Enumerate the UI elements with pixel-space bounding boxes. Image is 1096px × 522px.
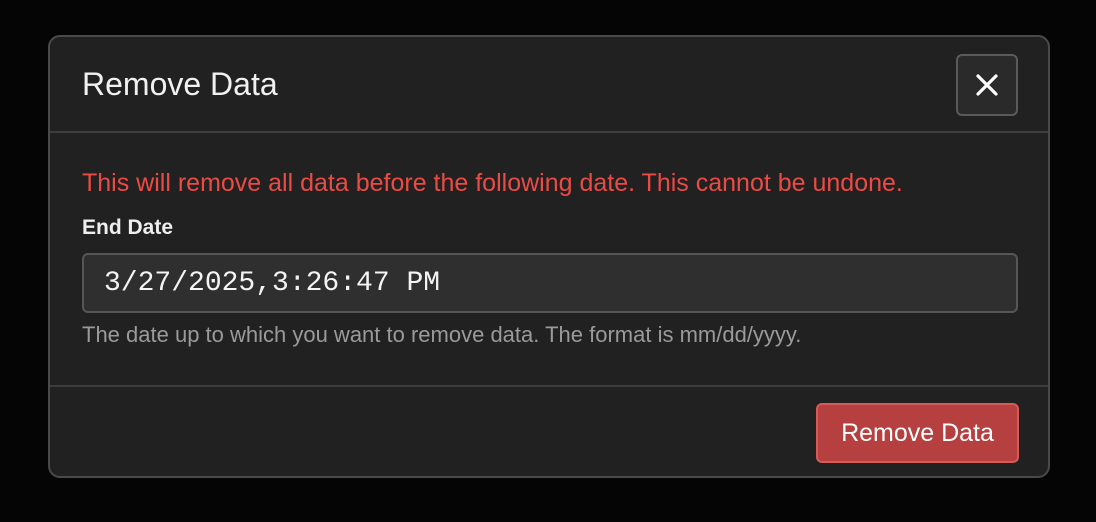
close-icon (976, 74, 998, 96)
end-date-input[interactable] (82, 253, 1018, 313)
end-date-label: End Date (82, 216, 174, 239)
warning-message: This will remove all data before the fol… (82, 169, 903, 197)
dialog-title: Remove Data (82, 66, 278, 102)
remove-data-button[interactable]: Remove Data (816, 403, 1019, 463)
dialog-body: This will remove all data before the fol… (50, 133, 1048, 385)
dialog-footer: Remove Data (50, 385, 1048, 476)
remove-data-dialog: Remove Data This will remove all data be… (48, 35, 1050, 478)
close-button[interactable] (956, 54, 1018, 116)
end-date-help-text: The date up to which you want to remove … (82, 322, 802, 347)
dialog-header: Remove Data (50, 37, 1048, 133)
